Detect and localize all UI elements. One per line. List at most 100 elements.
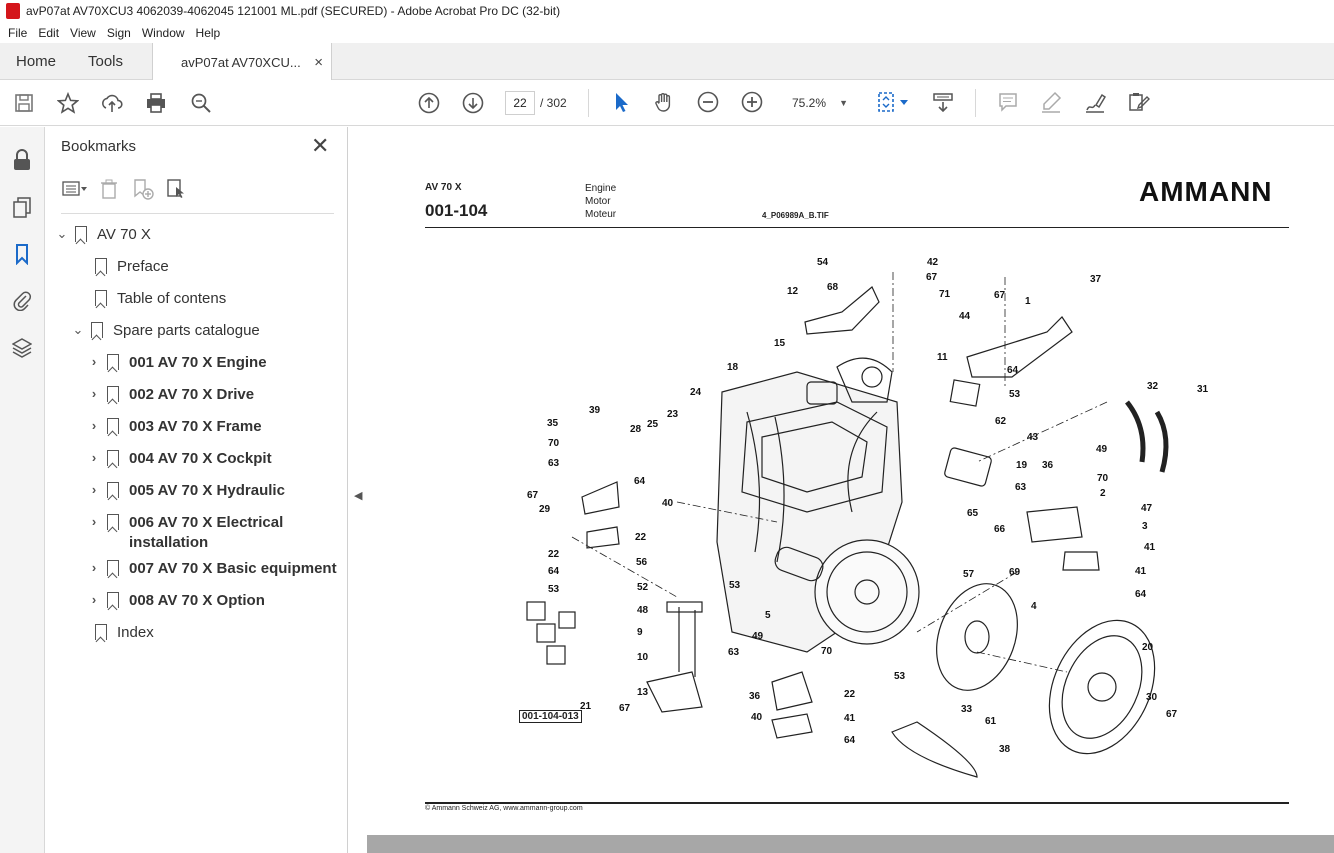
comment-icon[interactable]	[997, 91, 1021, 115]
bookmark-av70x[interactable]: ⌄ AV 70 X	[55, 225, 151, 245]
save-icon[interactable]	[12, 91, 36, 115]
bookmark-001-engine[interactable]: › 001 AV 70 X Engine	[87, 353, 267, 373]
lock-icon[interactable]	[10, 148, 34, 172]
page-number-input[interactable]: 22	[505, 91, 535, 115]
callout-number: 64	[1135, 589, 1147, 600]
highlight-pen-icon[interactable]	[1040, 91, 1064, 115]
bookmark-003-frame[interactable]: › 003 AV 70 X Frame	[87, 417, 262, 437]
zoom-in-icon[interactable]	[741, 91, 765, 115]
bookmark-table-of-contents[interactable]: Table of contens	[75, 289, 226, 309]
bookmark-005-hydraulic[interactable]: › 005 AV 70 X Hydraulic	[87, 481, 285, 501]
menu-sign[interactable]: Sign	[107, 26, 131, 40]
bookmark-index[interactable]: Index	[75, 623, 154, 643]
select-cursor-icon[interactable]	[610, 91, 634, 115]
bookmark-label: AV 70 X	[97, 226, 151, 243]
zoom-out-icon[interactable]	[697, 91, 721, 115]
bookmark-icon	[95, 258, 107, 274]
hand-tool-icon[interactable]	[653, 91, 677, 115]
bookmark-004-cockpit[interactable]: › 004 AV 70 X Cockpit	[87, 449, 272, 469]
chevron-right-icon[interactable]: ›	[87, 449, 101, 467]
callout-number: 2	[1100, 488, 1106, 499]
bookmark-006-electrical[interactable]: › 006 AV 70 X Electrical installation	[87, 513, 345, 553]
bookmark-icon	[107, 514, 119, 530]
menu-help[interactable]: Help	[196, 26, 221, 40]
bookmark-label: 004 AV 70 X Cockpit	[129, 450, 272, 467]
callout-number: 5	[765, 610, 771, 621]
callout-number: 43	[1027, 432, 1039, 443]
bookmark-label: Spare parts catalogue	[113, 322, 260, 339]
document-viewer[interactable]: AV 70 X 001-104 Engine Motor Moteur 4_P0…	[367, 127, 1334, 853]
pages-icon[interactable]	[10, 195, 34, 219]
tab-home[interactable]: Home	[16, 43, 56, 80]
tab-document[interactable]: avP07at AV70XCU... ×	[152, 43, 332, 81]
tab-tools[interactable]: Tools	[88, 43, 123, 80]
callout-number: 3	[1142, 521, 1148, 532]
panel-collapse-handle[interactable]: ◀	[349, 127, 367, 853]
bookmark-icon[interactable]	[10, 242, 34, 266]
bookmarks-panel: Bookmarks ✕ ⌄ AV 70 X Preface Table of c…	[45, 127, 348, 853]
upload-icon[interactable]	[100, 91, 124, 115]
chevron-down-icon[interactable]: ⌄	[55, 225, 69, 243]
bookmark-002-drive[interactable]: › 002 AV 70 X Drive	[87, 385, 254, 405]
bookmark-preface[interactable]: Preface	[75, 257, 169, 277]
layers-icon[interactable]	[10, 336, 34, 360]
next-page-icon[interactable]	[461, 91, 485, 115]
bookmark-label: 003 AV 70 X Frame	[129, 418, 262, 435]
callout-number: 23	[667, 409, 679, 420]
bookmark-008-option[interactable]: › 008 AV 70 X Option	[87, 591, 265, 611]
window-title: avP07at AV70XCU3 4062039-4062045 121001 …	[26, 4, 561, 18]
callout-reference: 001-104-013	[519, 710, 582, 723]
bookmark-options-icon[interactable]	[61, 177, 89, 201]
acrobat-app-icon	[6, 3, 20, 19]
menu-window[interactable]: Window	[142, 26, 185, 40]
bookmark-icon	[107, 592, 119, 608]
search-icon[interactable]	[189, 91, 213, 115]
menu-edit[interactable]: Edit	[38, 26, 59, 40]
previous-page-icon[interactable]	[417, 91, 441, 115]
callout-number: 41	[844, 713, 856, 724]
chevron-right-icon[interactable]: ›	[87, 513, 101, 531]
new-bookmark-icon[interactable]	[129, 177, 157, 201]
callout-number: 64	[634, 476, 646, 487]
chevron-right-icon[interactable]: ›	[87, 417, 101, 435]
delete-bookmark-icon[interactable]	[95, 177, 123, 201]
chevron-right-icon[interactable]: ›	[87, 481, 101, 499]
bookmark-007-basic-equipment[interactable]: › 007 AV 70 X Basic equipment	[87, 559, 337, 579]
attachment-icon[interactable]	[10, 288, 34, 312]
chevron-right-icon[interactable]: ›	[87, 559, 101, 577]
print-icon[interactable]	[144, 91, 168, 115]
callout-number: 53	[729, 580, 741, 591]
chevron-down-icon[interactable]: ⌄	[71, 321, 85, 339]
callout-number: 48	[637, 605, 649, 616]
callout-number: 62	[995, 416, 1007, 427]
star-icon[interactable]	[56, 91, 80, 115]
chevron-right-icon[interactable]: ›	[87, 591, 101, 609]
callout-number: 1	[1025, 296, 1031, 307]
zoom-level-select[interactable]: 75.2% ▼	[784, 91, 854, 115]
chevron-right-icon[interactable]: ›	[87, 353, 101, 371]
page-fit-icon[interactable]	[876, 91, 912, 115]
callout-number: 10	[637, 652, 649, 663]
chevron-right-icon[interactable]: ›	[87, 385, 101, 403]
tab-bar: Home Tools avP07at AV70XCU... ×	[0, 43, 1334, 81]
tab-close-icon[interactable]: ×	[314, 54, 323, 71]
bookmark-label: 008 AV 70 X Option	[129, 592, 265, 609]
menu-view[interactable]: View	[70, 26, 96, 40]
callout-number: 64	[1007, 365, 1019, 376]
callout-number: 33	[961, 704, 973, 715]
callout-number: 11	[937, 352, 948, 363]
bookmark-label: 007 AV 70 X Basic equipment	[129, 560, 337, 577]
find-bookmark-icon[interactable]	[163, 177, 191, 201]
sign-icon[interactable]	[1084, 91, 1108, 115]
redact-icon[interactable]	[1128, 91, 1152, 115]
callout-number: 29	[539, 504, 551, 515]
callout-number: 70	[821, 646, 833, 657]
menu-file[interactable]: File	[8, 26, 27, 40]
scroll-mode-icon[interactable]	[932, 91, 956, 115]
callout-number: 53	[548, 584, 560, 595]
callout-number: 15	[774, 338, 786, 349]
callout-number: 70	[548, 438, 560, 449]
close-icon[interactable]: ✕	[311, 133, 329, 159]
bookmark-spare-parts[interactable]: ⌄ Spare parts catalogue	[71, 321, 260, 341]
bookmark-label: 006 AV 70 X Electrical installation	[129, 514, 284, 551]
